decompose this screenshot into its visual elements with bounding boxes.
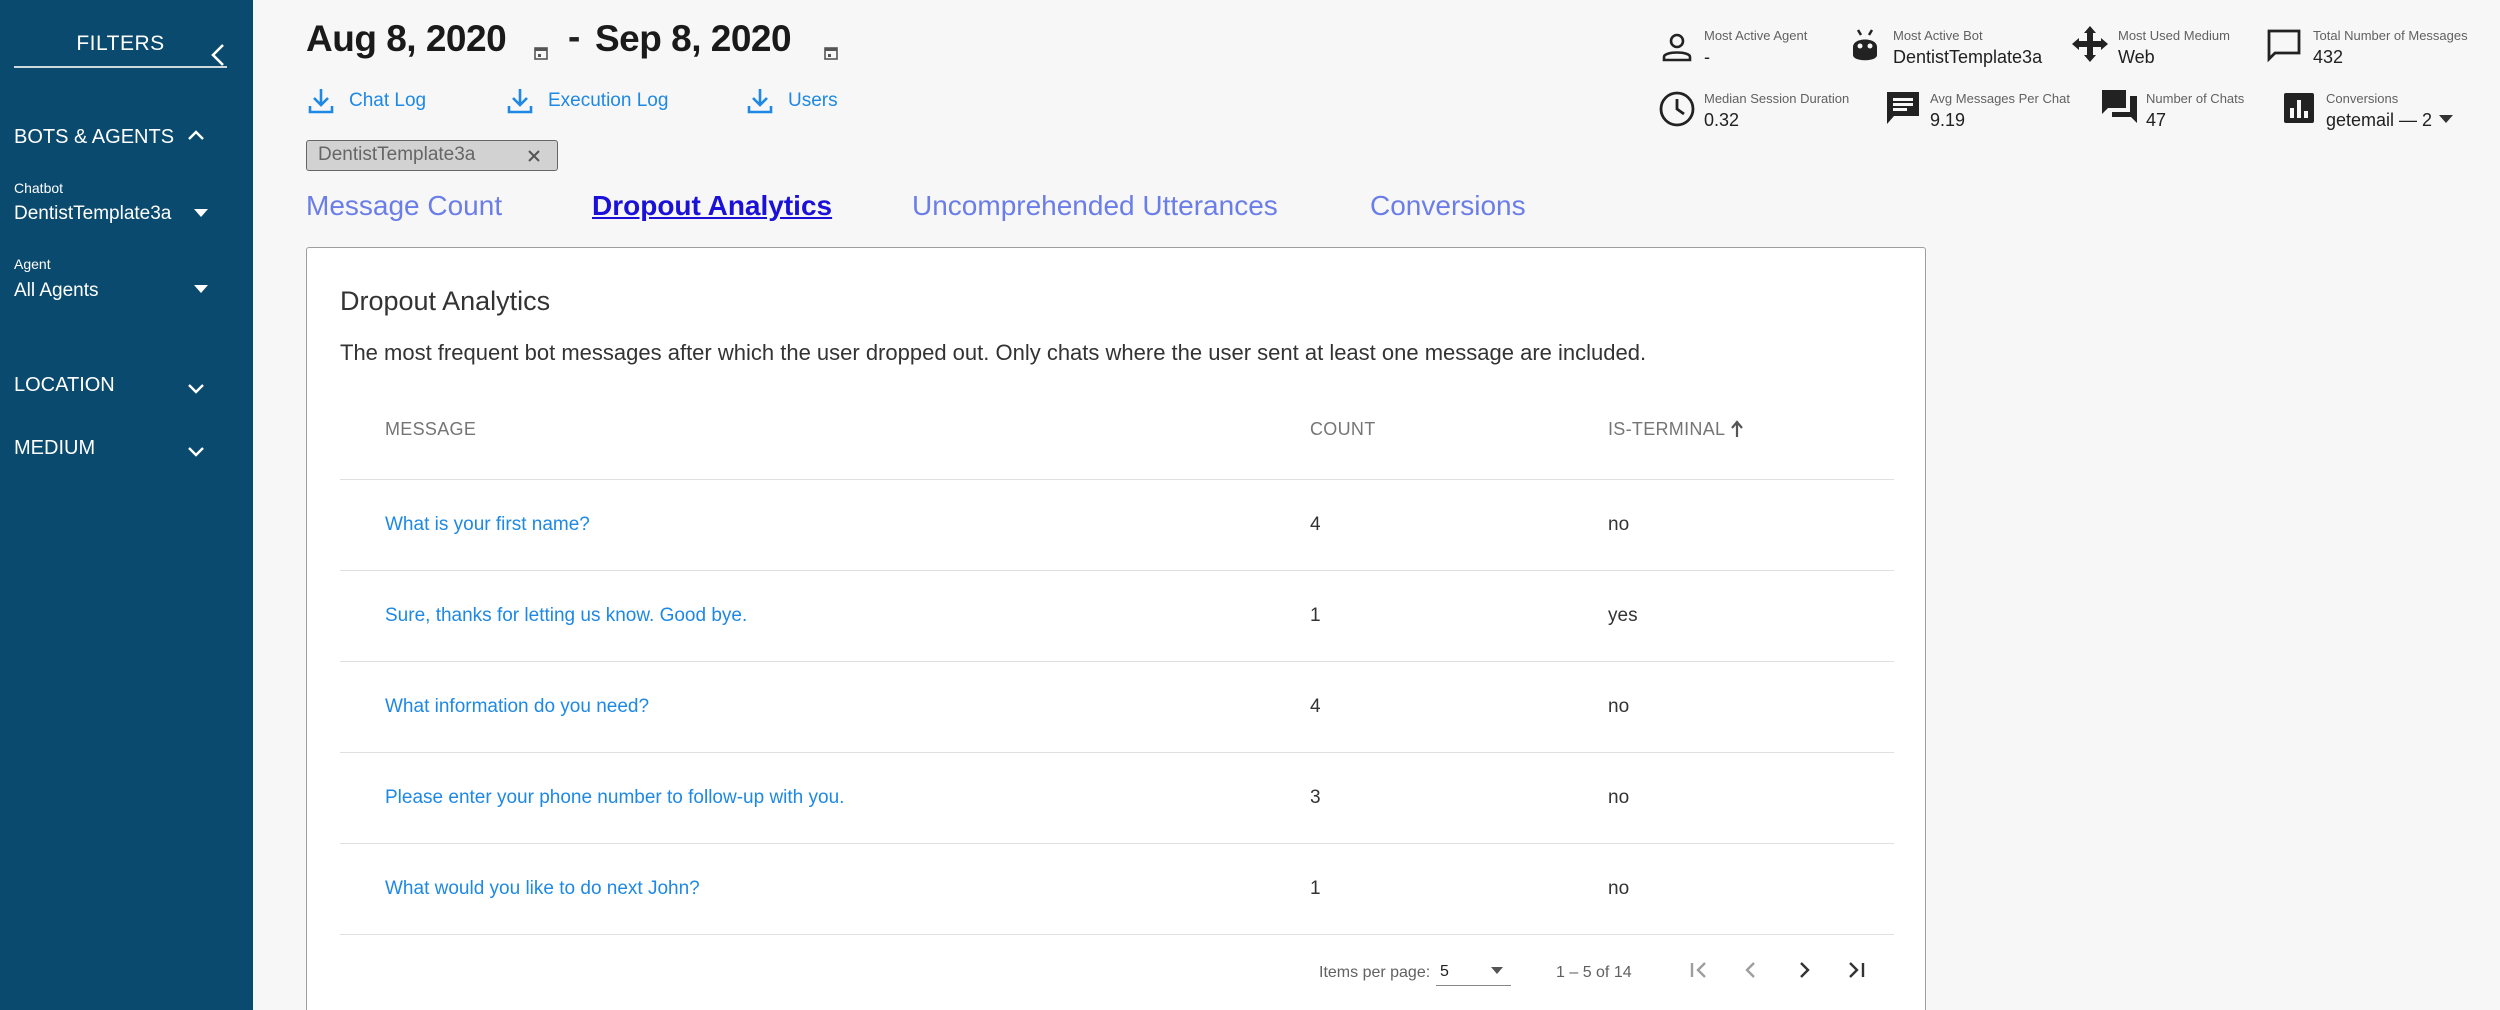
caret-down-icon[interactable] <box>193 208 209 218</box>
section-medium[interactable]: MEDIUM <box>14 437 95 460</box>
previous-page-icon[interactable] <box>1738 957 1764 983</box>
chevron-left-icon[interactable] <box>208 41 228 69</box>
most-active-bot-label: Most Active Bot <box>1893 28 1983 43</box>
download-icon <box>308 89 334 114</box>
chevron-down-icon[interactable] <box>185 381 207 397</box>
chatbot-label: Chatbot <box>14 180 64 196</box>
close-icon[interactable] <box>525 147 543 165</box>
column-header-message[interactable]: MESSAGE <box>385 419 476 440</box>
caret-down-icon <box>1491 967 1503 974</box>
sort-arrow-up-icon[interactable] <box>1729 419 1745 439</box>
row-message[interactable]: What information do you need? <box>385 696 649 718</box>
median-session-value: 0.32 <box>1704 110 1740 130</box>
row-terminal: no <box>1608 696 1630 717</box>
row-count: 1 <box>1310 878 1321 899</box>
most-used-medium-value: Web <box>2118 47 2155 67</box>
most-used-medium-label: Most Used Medium <box>2118 28 2230 43</box>
download-users-label: Users <box>788 90 838 111</box>
column-header-count[interactable]: COUNT <box>1310 419 1376 440</box>
clock-icon <box>1659 91 1695 127</box>
tab-message-count[interactable]: Message Count <box>306 190 502 222</box>
date-separator: - <box>568 16 581 57</box>
chip-label: DentistTemplate3a <box>318 144 476 165</box>
row-divider <box>340 843 1894 844</box>
row-terminal: no <box>1608 514 1630 535</box>
row-divider <box>340 661 1894 662</box>
calendar-icon[interactable] <box>533 45 549 61</box>
tab-conversions[interactable]: Conversions <box>1370 190 1526 222</box>
filters-sidebar: FILTERS BOTS & AGENTS Chatbot DentistTem… <box>0 0 253 1010</box>
row-terminal: no <box>1608 878 1630 899</box>
caret-down-icon[interactable] <box>2438 114 2454 124</box>
section-bots-agents[interactable]: BOTS & AGENTS <box>14 126 174 149</box>
last-page-icon[interactable] <box>1843 957 1869 983</box>
column-header-is-terminal[interactable]: IS-TERMINAL <box>1608 419 1725 440</box>
robot-icon <box>1853 29 1877 61</box>
bar-chart-icon <box>2284 93 2314 123</box>
download-chat-log-label: Chat Log <box>349 90 427 111</box>
row-message[interactable]: What is your first name? <box>385 514 590 536</box>
row-count: 1 <box>1310 605 1321 626</box>
most-active-bot-value: DentistTemplate3a <box>1893 47 2043 67</box>
move-arrows-icon <box>2072 26 2108 62</box>
card-description: The most frequent bot messages after whi… <box>340 340 1647 365</box>
calendar-icon[interactable] <box>823 45 839 61</box>
next-page-icon[interactable] <box>1791 957 1817 983</box>
bot-filter-chip: DentistTemplate3a <box>306 140 558 171</box>
download-icon <box>507 89 533 114</box>
conversions-label: Conversions <box>2326 91 2399 106</box>
row-count: 4 <box>1310 696 1321 717</box>
agent-label: Agent <box>14 256 51 272</box>
total-messages-value: 432 <box>2313 47 2344 67</box>
date-to[interactable]: Sep 8, 2020 <box>595 18 792 60</box>
pagination-range: 1 – 5 of 14 <box>1556 964 1632 981</box>
row-message[interactable]: What would you like to do next John? <box>385 878 700 900</box>
row-message[interactable]: Sure, thanks for letting us know. Good b… <box>385 605 747 627</box>
chat-lines-icon <box>1887 92 1919 124</box>
row-divider <box>340 934 1894 935</box>
most-active-agent-label: Most Active Agent <box>1704 28 1808 43</box>
chatbot-select[interactable]: DentistTemplate3a <box>14 203 171 225</box>
chevron-down-icon[interactable] <box>185 444 207 460</box>
section-location[interactable]: LOCATION <box>14 374 115 397</box>
chats-icon <box>2102 90 2137 123</box>
avg-messages-value: 9.19 <box>1930 110 1966 130</box>
num-chats-value: 47 <box>2146 110 2167 130</box>
row-terminal: yes <box>1608 605 1638 626</box>
row-message[interactable]: Please enter your phone number to follow… <box>385 787 844 809</box>
date-from[interactable]: Aug 8, 2020 <box>306 18 507 60</box>
filters-title: FILTERS <box>14 32 227 68</box>
dropout-analytics-card: Dropout Analytics The most frequent bot … <box>306 247 1926 1010</box>
row-count: 3 <box>1310 787 1321 808</box>
download-chat-log-link[interactable]: Chat Log <box>306 86 446 120</box>
avg-messages-label: Avg Messages Per Chat <box>1930 91 2070 106</box>
items-per-page-value: 5 <box>1440 963 1449 980</box>
download-execution-log-label: Execution Log <box>548 90 669 111</box>
items-per-page-select[interactable]: 5 <box>1436 956 1511 986</box>
person-icon <box>1662 33 1692 62</box>
caret-down-icon[interactable] <box>193 284 209 294</box>
items-per-page-label: Items per page: <box>1319 964 1431 981</box>
tab-dropout-analytics[interactable]: Dropout Analytics <box>592 190 832 222</box>
most-active-agent-value: - <box>1704 47 1710 67</box>
card-title: Dropout Analytics <box>340 286 551 316</box>
median-session-label: Median Session Duration <box>1704 91 1850 106</box>
row-divider <box>340 570 1894 571</box>
row-terminal: no <box>1608 787 1630 808</box>
tab-uncomprehended-utterances[interactable]: Uncomprehended Utterances <box>912 190 1278 222</box>
download-execution-log-link[interactable]: Execution Log <box>505 86 685 120</box>
chevron-up-icon[interactable] <box>185 127 207 143</box>
download-users-link[interactable]: Users <box>745 86 855 120</box>
message-icon <box>2267 29 2301 63</box>
total-messages-label: Total Number of Messages <box>2313 28 2468 43</box>
num-chats-label: Number of Chats <box>2146 91 2245 106</box>
header-divider <box>340 479 1894 480</box>
row-divider <box>340 752 1894 753</box>
agent-select[interactable]: All Agents <box>14 280 99 302</box>
row-count: 4 <box>1310 514 1321 535</box>
conversions-select[interactable]: getemail — 2 <box>2326 110 2432 131</box>
first-page-icon[interactable] <box>1686 957 1712 983</box>
download-icon <box>747 89 773 114</box>
